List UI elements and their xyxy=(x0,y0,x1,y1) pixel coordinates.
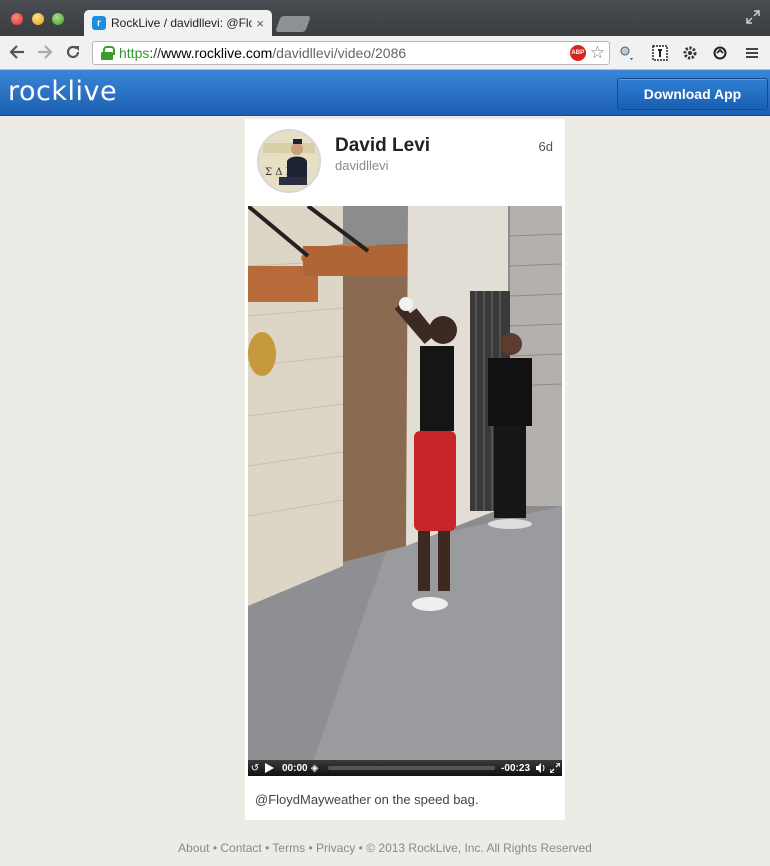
site-header: rocklive Download App xyxy=(0,70,770,116)
download-app-button[interactable]: Download App xyxy=(617,78,768,110)
minimize-window-button[interactable] xyxy=(32,13,44,25)
url-text: https://www.rocklive.com/davidllevi/vide… xyxy=(119,45,570,61)
rocklive-logo[interactable]: rocklive xyxy=(8,76,117,107)
menu-icon[interactable] xyxy=(743,44,761,62)
tab-close-icon[interactable]: × xyxy=(256,16,264,31)
url-separator: :// xyxy=(149,45,162,61)
site-footer: About • Contact • Terms • Privacy • © 20… xyxy=(0,841,770,855)
play-icon[interactable] xyxy=(262,761,276,775)
reader-extension-icon[interactable] xyxy=(651,44,669,62)
fullscreen-icon[interactable] xyxy=(746,10,760,24)
footer-separator: • xyxy=(358,841,363,855)
footer-separator: • xyxy=(265,841,270,855)
close-window-button[interactable] xyxy=(11,13,23,25)
remaining-time: -00:23 xyxy=(501,762,530,774)
tab-title: RockLive / davidllevi: @Flo xyxy=(111,16,253,30)
user-handle[interactable]: davidllevi xyxy=(335,158,388,173)
footer-copyright: © 2013 RockLive, Inc. All Rights Reserve… xyxy=(366,841,592,855)
url-scheme: https xyxy=(119,45,150,61)
footer-privacy-link[interactable]: Privacy xyxy=(316,841,355,855)
post-caption: @FloydMayweather on the speed bag. xyxy=(255,792,479,807)
forward-icon[interactable] xyxy=(35,42,55,62)
footer-contact-link[interactable]: Contact xyxy=(220,841,261,855)
url-host: www.rocklive.com xyxy=(161,45,273,61)
avatar[interactable]: Σ Δ Μ xyxy=(257,129,321,193)
scrub-handle-icon[interactable]: ◈ xyxy=(308,761,322,775)
url-path: /davidllevi/video/2086 xyxy=(272,45,407,61)
back-icon[interactable] xyxy=(7,42,27,62)
browser-toolbar: https://www.rocklive.com/davidllevi/vide… xyxy=(0,36,770,70)
gear-icon[interactable] xyxy=(681,44,699,62)
rocklive-favicon-icon: r xyxy=(92,16,106,30)
post-age: 6d xyxy=(538,139,553,154)
footer-separator: • xyxy=(308,841,313,855)
post-card: Σ Δ Μ David Levi davidllevi 6d ↺ 00:00 ◈… xyxy=(245,119,565,820)
footer-about-link[interactable]: About xyxy=(178,841,209,855)
lock-icon xyxy=(101,46,115,60)
adblock-icon[interactable]: ABP xyxy=(569,45,586,61)
zoom-window-button[interactable] xyxy=(52,13,64,25)
extension-icon[interactable] xyxy=(618,44,636,62)
sync-icon[interactable] xyxy=(711,44,729,62)
video-player[interactable] xyxy=(248,206,562,776)
footer-separator: • xyxy=(212,841,218,855)
tab-strip: r RockLive / davidllevi: @Flo × xyxy=(0,0,770,36)
footer-terms-link[interactable]: Terms xyxy=(272,841,305,855)
current-time: 00:00 xyxy=(282,762,308,774)
reload-icon[interactable] xyxy=(63,42,83,62)
new-tab-button[interactable] xyxy=(275,16,311,32)
address-bar[interactable]: https://www.rocklive.com/davidllevi/vide… xyxy=(92,41,610,65)
replay-icon[interactable]: ↺ xyxy=(248,761,262,775)
user-display-name[interactable]: David Levi xyxy=(335,135,430,157)
browser-tab[interactable]: r RockLive / davidllevi: @Flo × xyxy=(84,10,272,36)
video-controls: ↺ 00:00 ◈ -00:23 xyxy=(248,760,562,776)
fullscreen-video-icon[interactable] xyxy=(548,761,562,775)
volume-icon[interactable] xyxy=(534,761,548,775)
video-scrubber[interactable] xyxy=(327,766,496,770)
bookmark-star-icon[interactable]: ☆ xyxy=(590,43,605,63)
